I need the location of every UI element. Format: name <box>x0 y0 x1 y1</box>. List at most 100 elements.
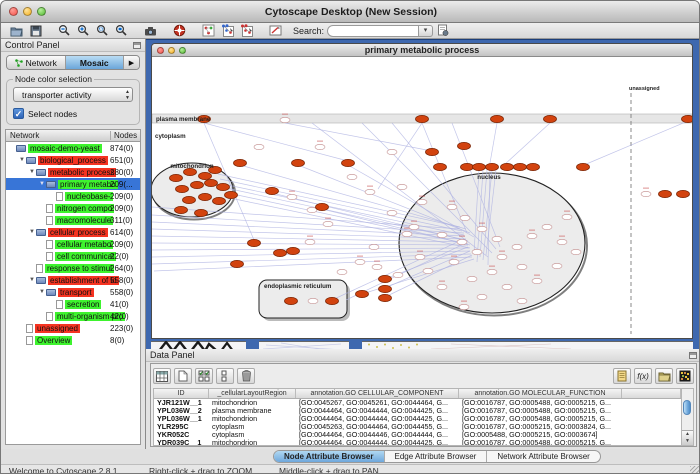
search-dropdown-button[interactable]: ▾ <box>419 25 433 37</box>
tree-expander-icon[interactable]: ▼ <box>38 289 46 295</box>
float-panel-icon[interactable] <box>689 352 697 359</box>
table-cell: [GO:0016787, GO:0005215, GO:0003824, G..… <box>459 423 622 431</box>
tree-row[interactable]: cellular metabo209(0) <box>6 238 140 250</box>
notes-icon[interactable] <box>613 368 631 384</box>
folder-icon <box>26 157 36 164</box>
tree-expander-icon[interactable]: ▼ <box>38 181 46 187</box>
network-canvas[interactable]: plasma membranecytoplasmmitochondrionnuc… <box>152 57 693 338</box>
folder-icon <box>36 169 46 176</box>
data-panel: Data Panel f(x) ID_cellularLayoutRegiona… <box>146 349 700 449</box>
table-cell: YJR121W__1 <box>154 399 209 407</box>
tab-network[interactable]: Network <box>7 56 66 69</box>
table-row[interactable]: YDR039C__1mitochondrion[GO:0044464, GO:0… <box>154 439 681 446</box>
formula-fx-icon[interactable]: f(x) <box>634 368 652 384</box>
table-cell: [GO:0016787, GO:0005488, GO:0005215, G..… <box>459 407 622 415</box>
layout-blue-icon[interactable] <box>220 24 235 38</box>
search-input[interactable] <box>327 25 419 37</box>
attribute-table-icon[interactable] <box>153 368 171 384</box>
save-icon[interactable] <box>28 24 43 38</box>
delete-attribute-trash-icon[interactable] <box>237 368 255 384</box>
node-color-dropdown[interactable]: transporter activity ▲▼ <box>13 87 133 102</box>
search-options-icon[interactable] <box>435 24 450 38</box>
float-panel-icon[interactable] <box>133 42 141 49</box>
column-header[interactable]: annotation.GO CELLULAR_COMPONENT <box>296 389 459 398</box>
tab-mosaic[interactable]: Mosaic <box>66 56 125 69</box>
tree-row[interactable]: ▼primary metabo209(... <box>6 178 140 190</box>
tree-row[interactable]: ▼establishment of lo558(0) <box>6 274 140 286</box>
table-cell: [GO:0016787, GO:0005488, GO:0005215, G..… <box>459 415 622 423</box>
tree-row[interactable]: multi-organism pro42(0) <box>6 310 140 322</box>
tab-overflow-arrow[interactable]: ▶ <box>124 56 139 69</box>
pan-hint: Middle-click + drag to PAN <box>279 466 379 474</box>
zoom-fit-icon[interactable] <box>114 24 129 38</box>
help-wheel-icon[interactable] <box>172 24 187 38</box>
table-cell: [GO:0044464, GO:0044444, GO:0044425, G..… <box>296 439 459 446</box>
tree-row[interactable]: ▼cellular process614(0) <box>6 226 140 238</box>
attribute-table-grid: ID_cellularLayoutRegionannotation.GO CEL… <box>153 388 682 446</box>
column-header[interactable]: _cellularLayoutRegion <box>209 389 296 398</box>
tree-row[interactable]: response to stimul264(0) <box>6 262 140 274</box>
tree-row[interactable]: ▼metabolic process280(0) <box>6 166 140 178</box>
tab-node-attribute-browser[interactable]: Node Attribute Browser <box>274 451 385 462</box>
column-header[interactable]: annotation.GO MOLECULAR_FUNCTION <box>459 389 622 398</box>
tab-edge-attribute-browser[interactable]: Edge Attribute Browser <box>385 451 488 462</box>
tree-row[interactable]: Overview8(0) <box>6 334 140 346</box>
table-row[interactable]: YLR295Ccytoplasm[GO:0045263, GO:0044464,… <box>154 423 681 431</box>
tree-expander-icon[interactable]: ▼ <box>18 157 26 163</box>
layout-red-icon[interactable] <box>239 24 254 38</box>
tree-row-nodes-count: 311(0) <box>110 216 133 225</box>
control-panel-title: Control Panel <box>5 40 60 50</box>
column-header[interactable]: ID <box>154 389 209 398</box>
table-row[interactable]: YPL036W__1mitochondrion[GO:0044464, GO:0… <box>154 415 681 423</box>
file-icon <box>46 312 53 321</box>
table-scrollbar[interactable]: ▲▼ <box>682 388 694 446</box>
table-cell: [GO:0045267, GO:0045261, GO:0044464, G..… <box>296 399 459 407</box>
zoom-in-icon[interactable] <box>76 24 91 38</box>
resize-grip-icon[interactable] <box>690 466 700 474</box>
tree-row[interactable]: unassigned223(0) <box>6 322 140 334</box>
select-nodes-checkbox[interactable]: ✓ <box>13 108 24 119</box>
tree-expander-icon[interactable]: ▼ <box>28 169 36 175</box>
table-cell: YPL036W__2 <box>154 407 209 415</box>
tree-row[interactable]: secretion41(0) <box>6 298 140 310</box>
annotation-network-icon[interactable] <box>201 24 216 38</box>
unselect-attributes-icon[interactable] <box>216 368 234 384</box>
region-label-cytoplasm: cytoplasm <box>155 133 186 140</box>
tab-network-attribute-browser[interactable]: Network Attribute Browser <box>487 451 599 462</box>
open-file-icon[interactable] <box>9 24 24 38</box>
new-attribute-icon[interactable] <box>174 368 192 384</box>
tree-row[interactable]: ▼transport558(0) <box>6 286 140 298</box>
tree-row[interactable]: nitrogen compo209(0) <box>6 202 140 214</box>
table-cell: [GO:0044464, GO:0044446, GO:0044444, G..… <box>296 431 459 439</box>
network-tree: Network Nodes mosaic-demo-yeast874(0)▼bi… <box>5 129 141 445</box>
tree-row[interactable]: ▼biological_process651(0) <box>6 154 140 166</box>
snapshot-camera-icon[interactable] <box>143 24 158 38</box>
tree-expander-icon[interactable]: ▼ <box>28 229 36 235</box>
tree-row-label: mosaic-demo-yeast <box>28 144 102 153</box>
table-row[interactable]: YPL036W__2plasma membrane[GO:0044464, GO… <box>154 407 681 415</box>
zoom-out-icon[interactable] <box>57 24 72 38</box>
tree-expander-icon[interactable]: ▼ <box>28 277 36 283</box>
import-folder-icon[interactable] <box>655 368 673 384</box>
annotation-box-icon[interactable] <box>268 24 283 38</box>
zoom-selected-icon[interactable] <box>95 24 110 38</box>
table-cell: YDR039C__1 <box>154 439 209 446</box>
folder-icon <box>36 229 46 236</box>
select-attributes-icon[interactable] <box>195 368 213 384</box>
tree-row[interactable]: macromolecule311(0) <box>6 214 140 226</box>
tree-row[interactable]: cell communicat22(0) <box>6 250 140 262</box>
node-color-selection-group: Node color selection transporter activit… <box>6 74 140 125</box>
folder-icon <box>46 289 56 296</box>
tree-row[interactable]: nucleobase-209(0) <box>6 190 140 202</box>
tree-row-nodes-count: 874(0) <box>110 144 133 153</box>
table-row[interactable]: YJR121W__1mitochondrion[GO:0045267, GO:0… <box>154 399 681 407</box>
scrollbar-arrows[interactable]: ▲▼ <box>682 430 693 445</box>
scrollbar-thumb[interactable] <box>683 400 691 415</box>
window-title: Cytoscape Desktop (New Session) <box>1 6 700 18</box>
tree-col-nodes: Nodes <box>110 131 137 140</box>
table-row[interactable]: YKR052Ccytoplasm[GO:0044464, GO:0044446,… <box>154 431 681 439</box>
matrix-view-icon[interactable] <box>676 368 694 384</box>
tree-row[interactable]: mosaic-demo-yeast 874(0) <box>6 142 140 154</box>
search-label: Search: <box>293 26 324 36</box>
dropdown-arrows-icon: ▲▼ <box>125 89 130 101</box>
